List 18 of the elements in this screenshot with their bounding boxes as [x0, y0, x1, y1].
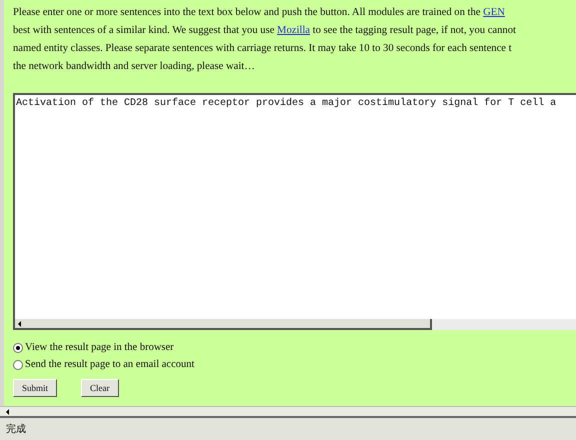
status-text: 完成 — [6, 422, 26, 436]
link[interactable]: Mozilla — [277, 25, 310, 36]
horizontal-scrollbar[interactable] — [13, 319, 576, 330]
left-arrow-icon — [18, 320, 21, 326]
instruction-text: best with sentences of a similar kind. We suggest that you use Mozilla to see the tagging result page, if not, you cannot — [13, 24, 517, 38]
option-label: Send the result page to an email account — [25, 359, 194, 370]
radio-button[interactable] — [13, 342, 23, 352]
option-label: View the result page in the browser — [25, 342, 174, 353]
form-button[interactable]: Submit — [13, 379, 58, 397]
input-field[interactable]: Activation of the CD28 surface receptor provides a major costimulatory signal for T cell a — [13, 93, 576, 319]
form-button[interactable]: Clear — [81, 379, 119, 397]
left-arrow-icon — [6, 408, 9, 414]
link[interactable]: GEN — [483, 7, 505, 18]
radio-button[interactable] — [13, 360, 23, 370]
instruction-text: the network bandwidth and server loading, please wait… — [13, 60, 256, 74]
instruction-text: Please enter one or more sentences into the text box below and push the button. All modules are trained on the GEN — [13, 6, 506, 20]
horizontal-scrollbar[interactable] — [0, 406, 576, 418]
instruction-text: named entity classes. Please separate sentences with carriage returns. It may take 10 to 30 seconds for each sentence t — [13, 42, 513, 56]
